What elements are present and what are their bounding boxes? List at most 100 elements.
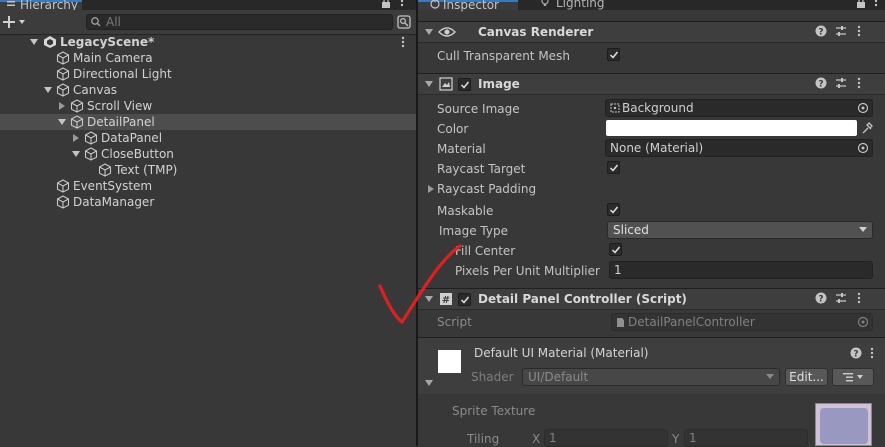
tab-inspector[interactable]: Inspector xyxy=(418,0,518,12)
image-type-dropdown[interactable]: Sliced xyxy=(607,221,873,239)
foldout-right-arrow-icon[interactable] xyxy=(427,185,435,193)
tiling-y-label: Y xyxy=(672,432,680,446)
hierarchy-item-data-manager[interactable]: DataManager xyxy=(0,194,416,210)
tab-hierarchy[interactable]: Hierarchy xyxy=(0,0,82,12)
preset-icon[interactable] xyxy=(835,25,847,37)
scene-menu-icon[interactable] xyxy=(401,35,405,49)
maskable-checkbox[interactable] xyxy=(607,203,620,216)
item-label: CloseButton xyxy=(101,147,174,161)
item-label: DataManager xyxy=(73,195,155,209)
hierarchy-item-canvas[interactable]: Canvas xyxy=(0,82,416,98)
script-file-icon xyxy=(616,317,625,328)
image-component-header[interactable]: Image ? xyxy=(418,73,885,95)
eyedropper-icon[interactable] xyxy=(861,121,873,135)
tab-lighting[interactable]: Lighting xyxy=(520,0,610,10)
help-icon[interactable]: ? xyxy=(815,292,827,304)
item-label: Scroll View xyxy=(87,99,153,113)
kebab-menu-icon[interactable] xyxy=(857,291,861,305)
gameobject-cube-icon xyxy=(56,83,70,97)
shader-options-button[interactable] xyxy=(832,368,874,386)
tiling-x-field[interactable]: 1 xyxy=(544,429,668,447)
raycast-target-label: Raycast Target xyxy=(437,162,526,176)
eye-icon xyxy=(438,25,456,39)
foldout-arrow-icon[interactable] xyxy=(425,80,433,88)
tab-menu-icon[interactable] xyxy=(874,0,878,10)
scene-visibility-icon[interactable] xyxy=(397,15,411,29)
hierarchy-item-detail-panel[interactable]: DetailPanel xyxy=(0,114,416,130)
hierarchy-item-directional-light[interactable]: Directional Light xyxy=(0,66,416,82)
shader-dropdown[interactable]: UI/Default xyxy=(522,368,780,386)
kebab-menu-icon[interactable] xyxy=(857,24,861,38)
kebab-menu-icon[interactable] xyxy=(870,346,874,360)
detail-panel-controller-header[interactable]: # Detail Panel Controller (Script) ? xyxy=(418,288,885,310)
edit-label: Edit... xyxy=(789,370,824,384)
image-enabled-checkbox[interactable] xyxy=(458,78,471,91)
help-icon[interactable]: ? xyxy=(815,77,827,89)
foldout-arrow-icon[interactable] xyxy=(425,28,433,36)
item-label: Main Camera xyxy=(73,51,153,65)
item-label: Directional Light xyxy=(73,67,172,81)
pixels-per-unit-multiplier-field[interactable]: 1 xyxy=(609,261,873,279)
gameobject-cube-icon xyxy=(98,163,112,177)
script-value: DetailPanelController xyxy=(628,315,755,329)
hierarchy-item-event-system[interactable]: EventSystem xyxy=(0,178,416,194)
component-title: Detail Panel Controller (Script) xyxy=(478,292,687,306)
material-label: Material xyxy=(437,142,486,156)
lock-icon[interactable] xyxy=(381,0,391,8)
kebab-menu-icon[interactable] xyxy=(857,76,861,90)
sprite-icon xyxy=(610,103,620,113)
object-picker-icon[interactable] xyxy=(857,142,869,154)
search-input[interactable]: All xyxy=(86,14,393,30)
inspector-tab-label: Inspector xyxy=(443,0,499,12)
object-picker-icon[interactable] xyxy=(857,102,869,114)
expand-down-arrow-icon[interactable] xyxy=(72,150,80,158)
expand-right-arrow-icon[interactable] xyxy=(58,102,66,110)
color-label: Color xyxy=(437,122,469,136)
object-picker-icon[interactable] xyxy=(857,316,869,328)
gameobject-cube-icon xyxy=(56,67,70,81)
component-header-icons: ? xyxy=(815,292,875,306)
fill-center-checkbox[interactable] xyxy=(609,243,622,256)
chevron-down-icon xyxy=(859,227,867,233)
svg-text:?: ? xyxy=(818,295,823,305)
raycast-padding-label[interactable]: Raycast Padding xyxy=(437,181,536,197)
scene-row[interactable]: LegacyScene* xyxy=(0,34,416,50)
item-label: Canvas xyxy=(73,83,118,97)
expand-down-arrow-icon[interactable] xyxy=(58,118,66,126)
item-label: Text (TMP) xyxy=(115,163,178,177)
cull-transparent-mesh-checkbox[interactable] xyxy=(607,48,620,61)
add-icon[interactable] xyxy=(3,15,27,29)
hierarchy-item-main-camera[interactable]: Main Camera xyxy=(0,50,416,66)
canvas-renderer-header[interactable]: Canvas Renderer ? xyxy=(418,21,885,43)
raycast-target-checkbox[interactable] xyxy=(607,161,620,174)
tiling-x-label: X xyxy=(532,432,541,446)
hierarchy-tab-icon xyxy=(6,0,16,10)
expand-down-arrow-icon[interactable] xyxy=(44,86,52,94)
hierarchy-item-text-tmp[interactable]: Text (TMP) xyxy=(0,162,416,178)
hierarchy-item-close-button[interactable]: CloseButton xyxy=(0,146,416,162)
unity-scene-icon xyxy=(43,35,57,49)
help-icon[interactable]: ? xyxy=(850,347,862,359)
help-icon[interactable]: ? xyxy=(815,25,827,37)
expand-right-arrow-icon[interactable] xyxy=(72,134,80,142)
hierarchy-item-scroll-view[interactable]: Scroll View xyxy=(0,98,416,114)
texture-preview xyxy=(820,408,868,444)
material-field[interactable]: None (Material) xyxy=(605,139,873,157)
preset-icon[interactable] xyxy=(835,292,847,304)
component-header-icons: ? xyxy=(815,77,875,91)
lock-icon[interactable] xyxy=(856,0,866,8)
material-section-header[interactable]: Default UI Material (Material) ? Shader … xyxy=(418,337,885,394)
edit-shader-button[interactable]: Edit... xyxy=(785,368,828,386)
shader-value: UI/Default xyxy=(528,370,589,384)
tiling-y-field[interactable]: 1 xyxy=(684,429,808,447)
material-preview-thumbnail xyxy=(438,350,461,373)
hierarchy-item-data-panel[interactable]: DataPanel xyxy=(0,130,416,146)
sprite-texture-thumbnail[interactable] xyxy=(815,403,872,446)
foldout-arrow-icon[interactable] xyxy=(425,379,433,387)
expand-down-arrow-icon[interactable] xyxy=(30,38,38,46)
script-field[interactable]: DetailPanelController xyxy=(611,313,873,331)
preset-icon[interactable] xyxy=(835,77,847,89)
source-image-field[interactable]: Background xyxy=(605,99,873,117)
color-swatch[interactable] xyxy=(606,120,857,136)
tab-menu-icon[interactable] xyxy=(400,0,404,10)
